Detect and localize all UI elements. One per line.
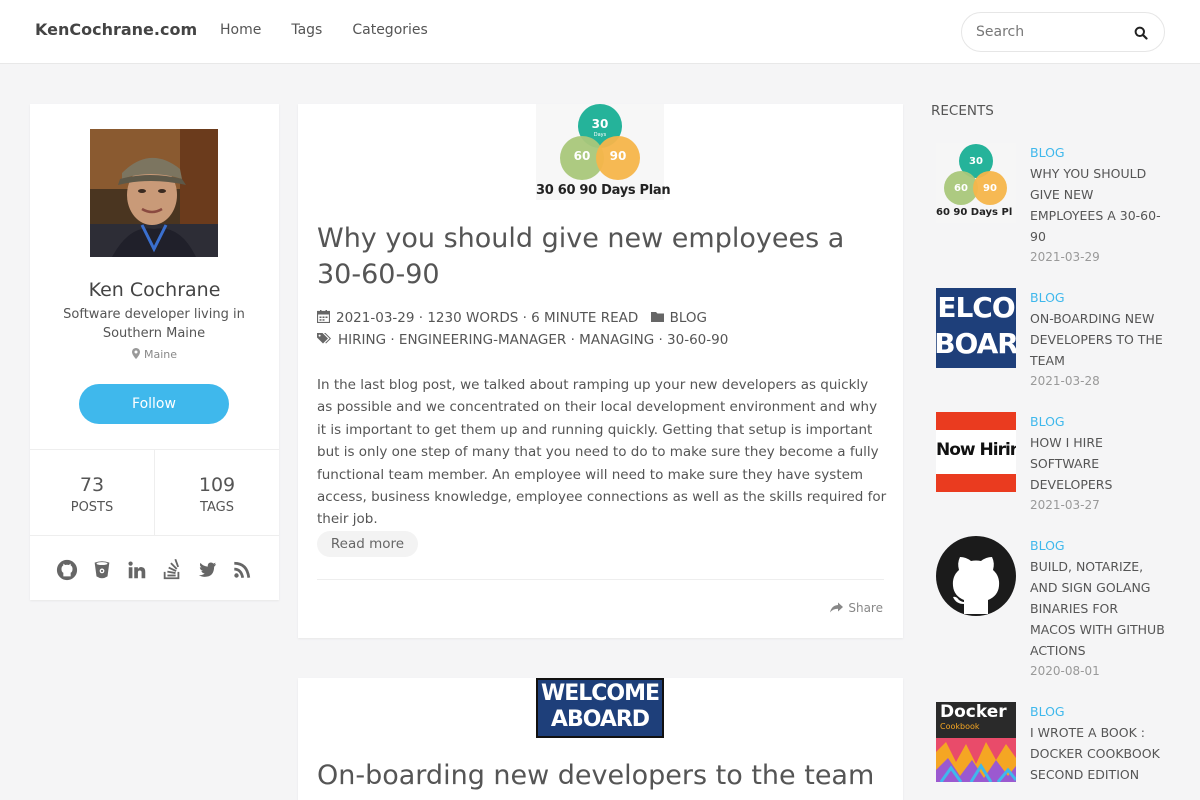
profile-description: Software developer living in Southern Ma…	[63, 307, 245, 341]
avatar	[90, 129, 218, 257]
tags-stat[interactable]: 109 TAGS	[154, 450, 279, 535]
recent-category[interactable]: BLOG	[1030, 143, 1165, 163]
share-icon	[830, 602, 844, 613]
recent-thumbnail[interactable]	[936, 536, 1016, 616]
recent-thumb-caption: 60 90 Days Pl	[936, 207, 1013, 218]
post-category[interactable]: BLOG	[670, 310, 707, 326]
recent-thumbnail[interactable]: 30 60 90 60 90 Days Pl	[936, 143, 1016, 223]
search-icon[interactable]	[1134, 26, 1148, 40]
nav-categories[interactable]: Categories	[352, 22, 427, 38]
post-meta: 2021-03-29 · 1230 WORDS · 6 MINUTE READ …	[316, 307, 887, 329]
tags-icon	[317, 333, 331, 344]
folder-icon	[650, 312, 664, 322]
recent-thumb-subtitle: Cookbook	[940, 722, 980, 731]
thumb-circle-30: 30	[591, 117, 609, 131]
social-links	[30, 559, 279, 581]
linkedin-icon[interactable]	[126, 559, 148, 581]
site-brand[interactable]: KenCochrane.com	[35, 20, 197, 39]
search-input[interactable]	[976, 22, 1126, 42]
nav-tags[interactable]: Tags	[291, 22, 322, 38]
github-logo-icon	[936, 536, 1016, 616]
svg-text:90: 90	[983, 183, 997, 194]
main-nav: Home Tags Categories	[220, 22, 428, 38]
read-more-button[interactable]: Read more	[317, 531, 418, 557]
nav-home[interactable]: Home	[220, 22, 261, 38]
post-title[interactable]: On-boarding new developers to the team	[317, 758, 887, 794]
recent-thumbnail[interactable]: Now Hiring	[936, 412, 1016, 492]
posts-stat[interactable]: 73 POSTS	[30, 450, 154, 535]
svg-text:30: 30	[969, 156, 983, 167]
post-divider	[317, 579, 884, 580]
rss-icon[interactable]	[231, 559, 253, 581]
post-card: 30 60 90 Days 30 60 90 Days Plan Why you…	[298, 104, 903, 638]
recent-thumb-caption: Now Hiring	[936, 440, 1016, 460]
share-button[interactable]: Share	[830, 601, 883, 615]
tags-count: 109	[198, 474, 236, 496]
recent-text: BLOG WHY YOU SHOULD GIVE NEW EMPLOYEES A…	[1030, 143, 1165, 267]
recent-text: BLOG BUILD, NOTARIZE, AND SIGN GOLANG BI…	[1030, 536, 1165, 681]
search-box	[961, 12, 1165, 52]
recent-category[interactable]: BLOG	[1030, 412, 1165, 432]
profile-stats: 73 POSTS 109 TAGS	[30, 449, 279, 536]
posts-label: POSTS	[70, 500, 114, 515]
profile-card: Ken Cochrane Software developer living i…	[30, 104, 279, 600]
thumb-days-label: Days	[593, 132, 607, 138]
recents-title: RECENTS	[931, 103, 994, 119]
recent-date: 2021-03-27	[1030, 498, 1100, 512]
thumb-caption: 30 60 90 Days Plan	[536, 183, 671, 198]
calendar-icon	[316, 310, 331, 324]
profile-location: Maine	[30, 348, 279, 361]
recent-category[interactable]: BLOG	[1030, 536, 1165, 556]
thumb-circle-90: 90	[609, 149, 627, 163]
post-card: WELCOME ABOARD On-boarding new developer…	[298, 678, 903, 800]
thumb-welcome-text: WELCOME	[540, 681, 660, 706]
thumb-circle-60: 60	[573, 149, 591, 163]
recent-date: 2020-08-01	[1030, 664, 1100, 678]
location-text: Maine	[143, 348, 178, 361]
recent-category[interactable]: BLOG	[1030, 288, 1165, 308]
twitter-icon[interactable]	[196, 559, 218, 581]
post-tag-list[interactable]: HIRING · ENGINEERING-MANAGER · MANAGING …	[338, 332, 728, 348]
post-date-line: 2021-03-29 · 1230 WORDS · 6 MINUTE READ	[336, 310, 639, 326]
share-label: Share	[848, 601, 883, 615]
post-thumbnail[interactable]: 30 60 90 Days 30 60 90 Days Plan	[536, 104, 671, 200]
recent-text: BLOG I WROTE A BOOK : DOCKER COOKBOOK SE…	[1030, 702, 1165, 785]
recent-title[interactable]: I WROTE A BOOK : DOCKER COOKBOOK SECOND …	[1030, 722, 1165, 785]
post-thumbnail[interactable]: WELCOME ABOARD	[536, 678, 664, 738]
recent-title[interactable]: BUILD, NOTARIZE, AND SIGN GOLANG BINARIE…	[1030, 556, 1165, 661]
recent-category[interactable]: BLOG	[1030, 702, 1165, 722]
post-excerpt: In the last blog post, we talked about r…	[317, 377, 887, 528]
recent-thumbnail[interactable]: Docker Cookbook	[936, 702, 1016, 782]
recent-date: 2021-03-29	[1030, 250, 1100, 264]
recent-thumb-line2: BOAR	[936, 327, 1016, 360]
recent-text: BLOG ON-BOARDING NEW DEVELOPERS TO THE T…	[1030, 288, 1165, 391]
posts-count: 73	[79, 474, 105, 496]
recent-date: 2021-03-28	[1030, 374, 1100, 388]
recent-thumb-title: Docker	[940, 702, 1007, 722]
stackoverflow-icon[interactable]	[161, 559, 183, 581]
post-tags: HIRING · ENGINEERING-MANAGER · MANAGING …	[317, 329, 887, 351]
recent-title[interactable]: ON-BOARDING NEW DEVELOPERS TO THE TEAM	[1030, 308, 1165, 371]
post-title[interactable]: Why you should give new employees a 30-6…	[317, 221, 887, 293]
recent-title[interactable]: WHY YOU SHOULD GIVE NEW EMPLOYEES A 30-6…	[1030, 163, 1165, 247]
recent-title[interactable]: HOW I HIRE SOFTWARE DEVELOPERS	[1030, 432, 1165, 495]
recent-text: BLOG HOW I HIRE SOFTWARE DEVELOPERS 2021…	[1030, 412, 1165, 515]
bitbucket-icon[interactable]	[91, 559, 113, 581]
top-navbar: KenCochrane.com Home Tags Categories	[0, 0, 1200, 64]
map-marker-icon	[131, 348, 140, 359]
follow-button[interactable]: Follow	[79, 384, 229, 424]
svg-text:60: 60	[954, 183, 968, 194]
recent-thumbnail[interactable]: ELCO BOAR	[936, 288, 1016, 368]
profile-name: Ken Cochrane	[88, 279, 221, 301]
github-icon[interactable]	[56, 559, 78, 581]
thumb-aboard-text: ABOARD	[550, 707, 650, 732]
tags-label: TAGS	[200, 500, 234, 515]
recent-thumb-line1: ELCO	[937, 291, 1015, 324]
